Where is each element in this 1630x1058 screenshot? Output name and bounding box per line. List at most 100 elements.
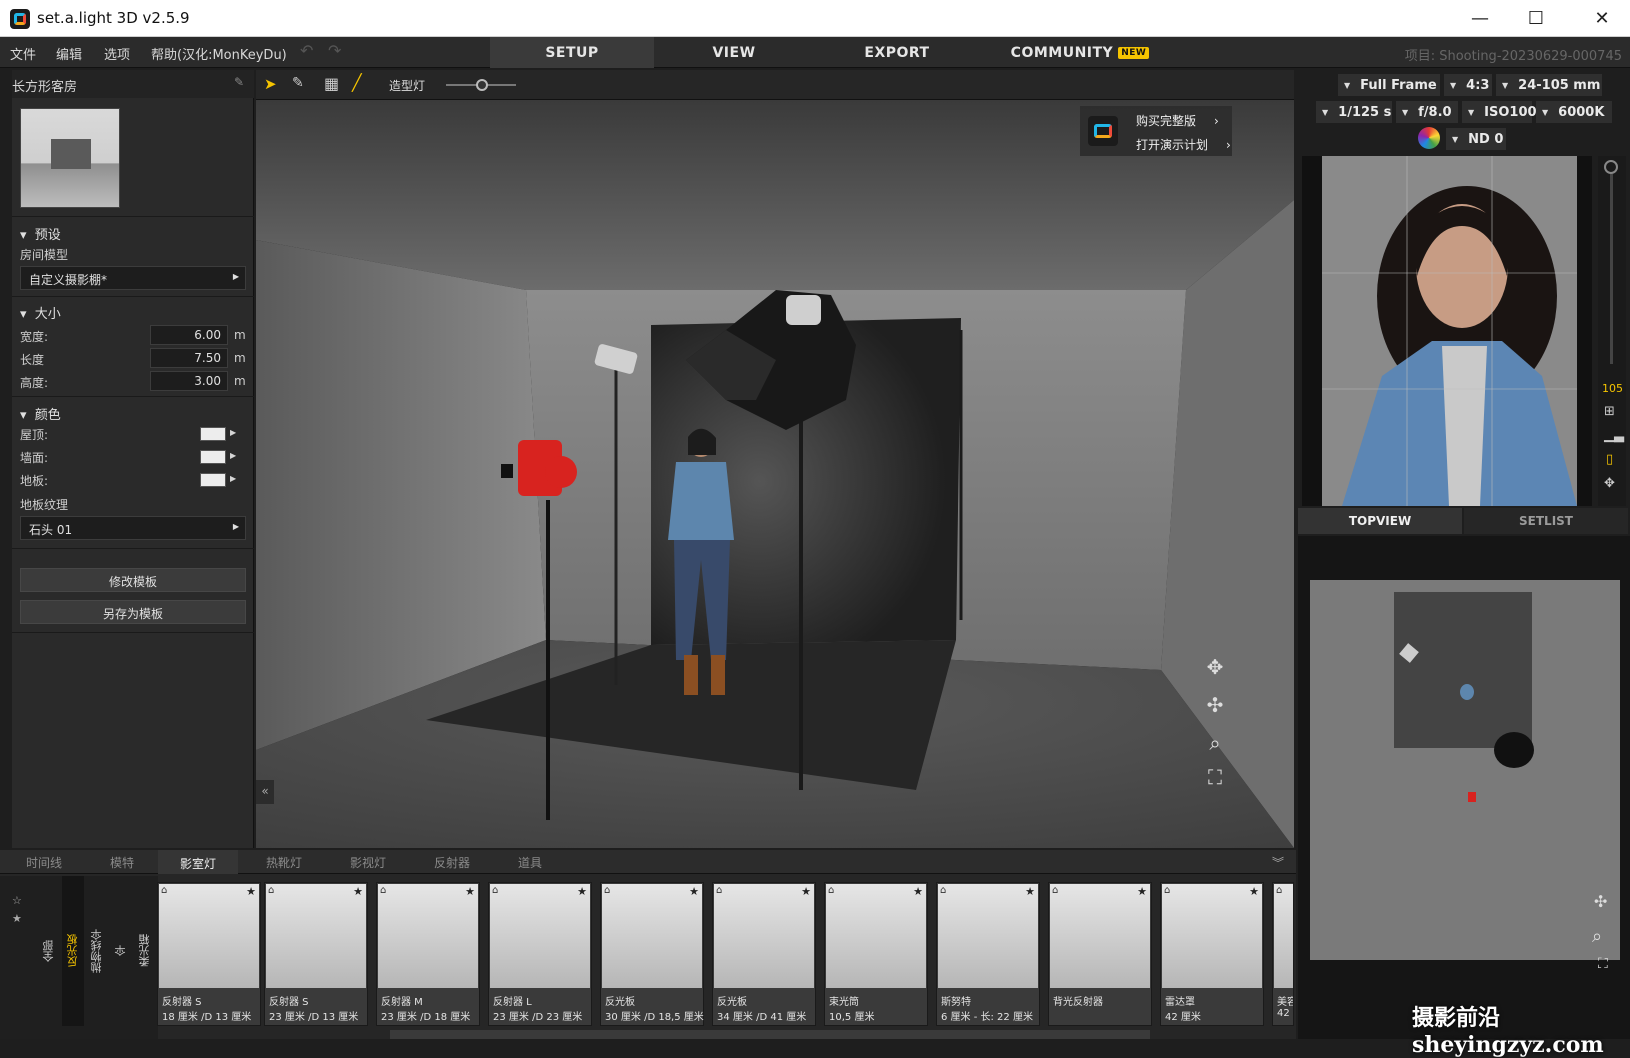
zoom-icon[interactable]: ⌕ — [1592, 926, 1602, 947]
tab-setlist[interactable]: SETLIST — [1464, 508, 1628, 534]
tab-export[interactable]: EXPORT — [815, 37, 979, 68]
studio-scene[interactable]: 购买完整版 › 打开演示计划 › ✥ ✣ ⌕ ⛶ « — [256, 100, 1294, 848]
buy-full-version-link[interactable]: 购买完整版 › — [1136, 112, 1219, 129]
room-model-select[interactable]: 自定义摄影棚* ▶ — [20, 266, 246, 290]
favorite-star-icon[interactable]: ★ — [1137, 885, 1147, 898]
zoom-icon[interactable]: ⌕ — [1202, 730, 1228, 756]
pin-icon[interactable]: ✎ — [234, 75, 244, 89]
3d-viewport[interactable]: ➤ ✎ ▦ ╱ 造型灯 购买完整版 › 打开演示计划 › ✥ ✣ ⌕ ⛶ « — [256, 70, 1294, 848]
measure-icon[interactable]: ✎ — [292, 75, 304, 91]
chevron-right-icon[interactable]: ▶ — [230, 428, 236, 437]
modifier-card[interactable]: ⌂ ★ 反射器 S 18 厘米 /D 13 厘米 — [157, 882, 261, 1026]
modifier-card[interactable]: ⌂ ★ 反光板 30 厘米 /D 18,5 厘米 — [600, 882, 704, 1026]
iso-select[interactable]: ▼ ISO100 — [1462, 101, 1537, 123]
filter-parabolic[interactable]: 抛物线伞 — [86, 876, 108, 1026]
slider-handle[interactable] — [476, 79, 488, 91]
filter-umbrella[interactable]: 伞 — [110, 876, 132, 1026]
pan-icon[interactable]: ✣ — [1202, 692, 1228, 718]
sensor-select[interactable]: ▼ Full Frame — [1338, 74, 1440, 96]
topview-model[interactable] — [1460, 684, 1474, 700]
color-section-header[interactable]: ▾ 颜色 — [20, 404, 61, 423]
filter-softbox[interactable]: 柔光箱 — [134, 876, 156, 1026]
chevron-right-icon[interactable]: ▶ — [230, 474, 236, 483]
menu-file[interactable]: 文件 — [10, 44, 36, 63]
tab-timeline[interactable]: 时间线 — [26, 854, 62, 871]
modifier-card[interactable]: ⌂ ★ 背光反射器 — [1048, 882, 1152, 1026]
minimize-button[interactable]: — — [1452, 4, 1508, 32]
topview[interactable]: ✣ ⌕ ⛶ — [1298, 536, 1630, 1039]
wall-color-swatch[interactable] — [200, 450, 226, 464]
menu-help[interactable]: 帮助(汉化:MonKeyDu) — [151, 44, 287, 63]
floor-texture-select[interactable]: 石头 01 ▶ — [20, 516, 246, 540]
grid-overlay-icon[interactable]: ⊞ — [1604, 404, 1615, 419]
redo-icon[interactable]: ↷ — [328, 41, 341, 60]
tab-speedlights[interactable]: 热靴灯 — [266, 854, 302, 871]
size-section-header[interactable]: ▾ 大小 — [20, 303, 61, 322]
tab-view[interactable]: VIEW — [652, 37, 816, 68]
open-demo-link[interactable]: 打开演示计划 › — [1136, 136, 1231, 153]
zoom-slider-handle[interactable] — [1604, 160, 1618, 174]
line-icon[interactable]: ╱ — [352, 73, 362, 92]
modifier-card[interactable]: ⌂ ★ 反射器 L 23 厘米 /D 23 厘米 — [488, 882, 592, 1026]
collapse-panel-icon[interactable]: ︾ — [1272, 854, 1284, 871]
filter-reflector[interactable]: 反光板 — [62, 876, 84, 1026]
maximize-button[interactable]: ☐ — [1508, 4, 1564, 32]
favorite-star-icon[interactable]: ★ — [913, 885, 923, 898]
favorite-star-icon[interactable]: ★ — [801, 885, 811, 898]
whitebalance-select[interactable]: ▼ 6000K — [1536, 101, 1612, 123]
save-template-button[interactable]: 另存为模板 — [20, 600, 246, 624]
tab-studio-lights[interactable]: 影室灯 — [158, 850, 239, 874]
tab-topview[interactable]: TOPVIEW — [1298, 508, 1462, 534]
width-input[interactable]: 6.00 — [150, 325, 228, 345]
menu-edit[interactable]: 编辑 — [56, 44, 82, 63]
favorite-star-icon[interactable]: ★ — [465, 885, 475, 898]
modeling-light-slider[interactable] — [446, 79, 516, 91]
modifier-card[interactable]: ⌂ ★ 反射器 M 23 厘米 /D 18 厘米 — [376, 882, 480, 1026]
ceiling-color-swatch[interactable] — [200, 427, 226, 441]
height-input[interactable]: 3.00 — [150, 371, 228, 391]
favorite-star-icon[interactable]: ★ — [1249, 885, 1259, 898]
modifier-card[interactable]: ⌂ ★ 反光板 34 厘米 /D 41 厘米 — [712, 882, 816, 1026]
chevron-right-icon[interactable]: ▶ — [230, 451, 236, 460]
move-icon[interactable]: ✥ — [1604, 476, 1615, 491]
modify-template-button[interactable]: 修改模板 — [20, 568, 246, 592]
orientation-icon[interactable]: ▯ — [1606, 452, 1613, 467]
pan-icon[interactable]: ✣ — [1594, 892, 1607, 911]
library-scrollbar[interactable] — [390, 1030, 1150, 1039]
preset-section-header[interactable]: ▾ 预设 — [20, 224, 61, 243]
collapse-left-icon[interactable]: « — [256, 780, 274, 804]
nd-filter-select[interactable]: ▼ ND 0 — [1446, 128, 1506, 150]
aspect-select[interactable]: ▼ 4:3 — [1444, 74, 1492, 96]
modifier-card[interactable]: ⌂ ★ 雷达罩 42 厘米 — [1160, 882, 1264, 1026]
close-button[interactable]: ✕ — [1574, 4, 1630, 32]
home-icon[interactable]: ☆ — [12, 894, 22, 907]
favorite-star-icon[interactable]: ★ — [577, 885, 587, 898]
undo-icon[interactable]: ↶ — [300, 41, 313, 60]
favorite-star-icon[interactable]: ★ — [246, 885, 256, 898]
favorite-star-icon[interactable]: ★ — [689, 885, 699, 898]
favorite-star-icon[interactable]: ★ — [353, 885, 363, 898]
filter-all[interactable]: 全部 — [38, 876, 60, 1026]
tab-community[interactable]: COMMUNITY NEW — [990, 37, 1170, 68]
tab-reflectors[interactable]: 反射器 — [434, 854, 470, 871]
fit-view-icon[interactable]: ⛶ — [1202, 764, 1228, 790]
lens-select[interactable]: ▼ 24-105 mm — [1496, 74, 1602, 96]
tab-models[interactable]: 模特 — [110, 854, 134, 871]
menu-options[interactable]: 选项 — [104, 44, 130, 63]
favorite-star-icon[interactable]: ★ — [12, 912, 22, 925]
modifier-card[interactable]: ⌂ 美容42 — [1272, 882, 1294, 1026]
aperture-select[interactable]: ▼ f/8.0 — [1396, 101, 1458, 123]
fit-view-icon[interactable]: ⛶ — [1598, 956, 1608, 972]
modifier-card[interactable]: ⌂ ★ 束光筒 10,5 厘米 — [824, 882, 928, 1026]
tab-video-lights[interactable]: 影视灯 — [350, 854, 386, 871]
tab-props[interactable]: 道具 — [518, 854, 542, 871]
orbit-icon[interactable]: ✥ — [1202, 654, 1228, 680]
grid-icon[interactable]: ▦ — [324, 74, 339, 93]
room-thumbnail[interactable] — [20, 108, 120, 208]
topview-camera[interactable] — [1468, 792, 1476, 802]
length-input[interactable]: 7.50 — [150, 348, 228, 368]
shutter-select[interactable]: ▼ 1/125 s — [1316, 101, 1392, 123]
tab-setup[interactable]: SETUP — [490, 37, 654, 68]
topview-softbox[interactable] — [1494, 732, 1534, 768]
modifier-card[interactable]: ⌂ ★ 反射器 S 23 厘米 /D 13 厘米 — [264, 882, 368, 1026]
